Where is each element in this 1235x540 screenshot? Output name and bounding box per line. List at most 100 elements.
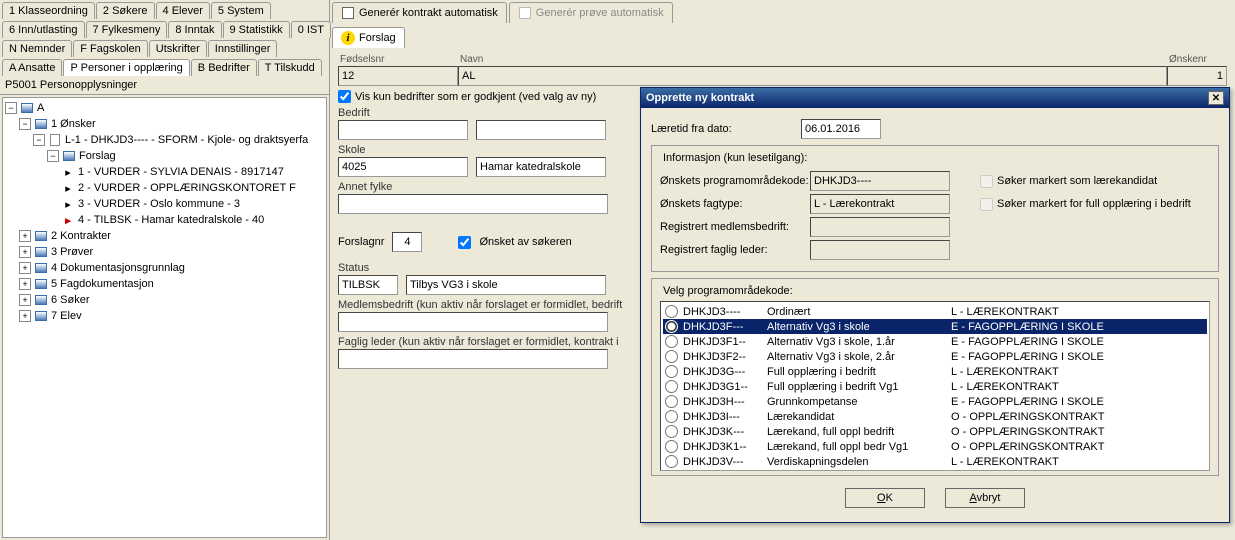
tab-elever[interactable]: 4 Elever (156, 2, 210, 19)
opprette-kontrakt-dialog: Opprette ny kontrakt ✕ Læretid fra dato:… (640, 87, 1230, 523)
bedrift-code-input[interactable] (338, 120, 468, 140)
bedrift-label: Bedrift (338, 107, 628, 119)
radio-code: DHKJD3V--- (683, 456, 753, 468)
tab-ansatte[interactable]: A Ansatte (2, 59, 62, 76)
tab-tilskudd[interactable]: T Tilskudd (258, 59, 322, 76)
radio-code: DHKJD3K--- (683, 426, 753, 438)
forslagnr-label: Forslagnr (338, 236, 384, 248)
tab-forslag[interactable]: iForslag (332, 27, 405, 48)
status-label: Status (338, 262, 628, 274)
tab-klasseordning[interactable]: 1 Klasseordning (2, 2, 95, 19)
tree-toggle[interactable]: + (19, 310, 31, 322)
program-radio-row[interactable]: DHKJD3F2--Alternativ Vg3 i skole, 2.årE … (663, 349, 1207, 364)
tab-statistikk[interactable]: 9 Statistikk (223, 21, 290, 38)
program-radio[interactable] (665, 380, 678, 393)
program-radio[interactable] (665, 440, 678, 453)
program-radio-row[interactable]: DHKJD3----OrdinærtL - LÆREKONTRAKT (663, 304, 1207, 319)
tree-soker[interactable]: 6 Søker (51, 294, 90, 306)
program-radio-row[interactable]: DHKJD3G---Full opplæring i bedriftL - LÆ… (663, 364, 1207, 379)
program-radio[interactable] (665, 365, 678, 378)
program-radio-row[interactable]: DHKJD3K1--Lærekand, full oppl bedr Vg1O … (663, 439, 1207, 454)
tree-leaf-2[interactable]: 2 - VURDER - OPPLÆRINGSKONTORET F (78, 182, 296, 194)
tree-dok[interactable]: 4 Dokumentasjonsgrunnlag (51, 262, 185, 274)
tree-toggle[interactable]: − (33, 134, 45, 146)
tree-fagdok[interactable]: 5 Fagdokumentasjon (51, 278, 154, 290)
annet-fylke-input[interactable] (338, 194, 608, 214)
tab-fagskolen[interactable]: F Fagskolen (73, 40, 148, 57)
program-radio[interactable] (665, 410, 678, 423)
program-radio-row[interactable]: DHKJD3G1--Full opplæring i bedrift Vg1L … (663, 379, 1207, 394)
vis-kun-checkbox[interactable] (338, 90, 351, 103)
tree-toggle[interactable]: − (47, 150, 59, 162)
avbryt-button[interactable]: Avbryt (945, 488, 1025, 508)
folder-icon (34, 277, 48, 291)
skole-code-input[interactable] (338, 157, 468, 177)
tree-leaf-1[interactable]: 1 - VURDER - SYLVIA DENAIS - 8917147 (78, 166, 284, 178)
program-radio[interactable] (665, 425, 678, 438)
tree-toggle[interactable]: + (19, 278, 31, 290)
program-radio-row[interactable]: DHKJD3K---Lærekand, full oppl bedriftO -… (663, 424, 1207, 439)
tab-ist[interactable]: 0 IST (291, 21, 331, 38)
onsket-checkbox[interactable] (458, 236, 471, 249)
program-radio[interactable] (665, 455, 678, 468)
close-button[interactable]: ✕ (1208, 91, 1224, 105)
faglig-input[interactable] (338, 349, 608, 369)
tree-toggle[interactable]: − (19, 118, 31, 130)
program-radio[interactable] (665, 320, 678, 333)
program-radio[interactable] (665, 305, 678, 318)
tree-toggle[interactable]: + (19, 294, 31, 306)
tree-leaf-3[interactable]: 3 - VURDER - Oslo kommune - 3 (78, 198, 240, 210)
tab-utskrifter[interactable]: Utskrifter (149, 40, 207, 57)
folder-icon (34, 261, 48, 275)
tree-onsker[interactable]: 1 Ønsker (51, 118, 96, 130)
tree-toggle[interactable]: + (19, 230, 31, 242)
tab-inn-utlasting[interactable]: 6 Inn/utlasting (2, 21, 85, 38)
status-text-input[interactable] (406, 275, 606, 295)
program-radio-list[interactable]: DHKJD3----OrdinærtL - LÆREKONTRAKTDHKJD3… (660, 301, 1210, 471)
tree-forslag[interactable]: Forslag (79, 150, 116, 162)
tab-system[interactable]: 5 System (211, 2, 271, 19)
tree-leaf-4[interactable]: 4 - TILBSK - Hamar katedralskole - 40 (78, 214, 264, 226)
tab-label: Generér kontrakt automatisk (359, 7, 498, 19)
radio-type: E - FAGOPPLÆRING I SKOLE (951, 396, 1104, 408)
radio-desc: Lærekandidat (767, 411, 937, 423)
bedrift-name-input[interactable] (476, 120, 606, 140)
tree-root[interactable]: A (37, 102, 44, 114)
tree-toggle[interactable]: + (19, 246, 31, 258)
onsket-fagtype-label: Ønskets fagtype: (660, 198, 810, 210)
program-radio-row[interactable]: DHKJD3V---VerdiskapningsdelenL - LÆREKON… (663, 454, 1207, 469)
tab-bedrifter[interactable]: B Bedrifter (191, 59, 257, 76)
tab-fylkesmeny[interactable]: 7 Fylkesmeny (86, 21, 168, 38)
medlem-input[interactable] (338, 312, 608, 332)
fodselsnr-input[interactable] (338, 66, 458, 86)
tree-toggle[interactable]: + (19, 262, 31, 274)
program-radio[interactable] (665, 350, 678, 363)
program-radio-row[interactable]: DHKJD3H---GrunnkompetanseE - FAGOPPLÆRIN… (663, 394, 1207, 409)
program-radio-row[interactable]: DHKJD3F1--Alternativ Vg3 i skole, 1.årE … (663, 334, 1207, 349)
tab-personer[interactable]: P Personer i opplæring (63, 59, 189, 76)
tab-inntak[interactable]: 8 Inntak (168, 21, 221, 38)
tab-generer-kontrakt[interactable]: Generér kontrakt automatisk (332, 2, 507, 23)
tab-sokere[interactable]: 2 Søkere (96, 2, 155, 19)
tab-innstillinger[interactable]: Innstillinger (208, 40, 278, 57)
tab-nemnder[interactable]: N Nemnder (2, 40, 72, 57)
tree-kontrakter[interactable]: 2 Kontrakter (51, 230, 111, 242)
full-checkbox-label: Søker markert for full opplæring i bedri… (997, 198, 1191, 210)
status-code-input[interactable] (338, 275, 398, 295)
ok-button[interactable]: OK (845, 488, 925, 508)
tree-toggle[interactable]: − (5, 102, 17, 114)
onskenr-input[interactable] (1167, 66, 1227, 86)
forslagnr-input[interactable] (392, 232, 422, 252)
skole-name-input[interactable] (476, 157, 606, 177)
program-radio[interactable] (665, 335, 678, 348)
tree-node-l1[interactable]: L-1 - DHKJD3---- - SFORM - Kjole- og dra… (65, 134, 308, 146)
doc-icon (48, 133, 62, 147)
navn-input[interactable] (458, 66, 1167, 86)
program-radio-row[interactable]: DHKJD3I---LærekandidatO - OPPLÆRINGSKONT… (663, 409, 1207, 424)
program-radio[interactable] (665, 395, 678, 408)
program-radio-row[interactable]: DHKJD3F---Alternativ Vg3 i skoleE - FAGO… (663, 319, 1207, 334)
tree-view[interactable]: −A −1 Ønsker −L-1 - DHKJD3---- - SFORM -… (2, 97, 327, 538)
tree-elev[interactable]: 7 Elev (51, 310, 82, 322)
tree-prover[interactable]: 3 Prøver (51, 246, 93, 258)
laeretid-input[interactable] (801, 119, 881, 139)
